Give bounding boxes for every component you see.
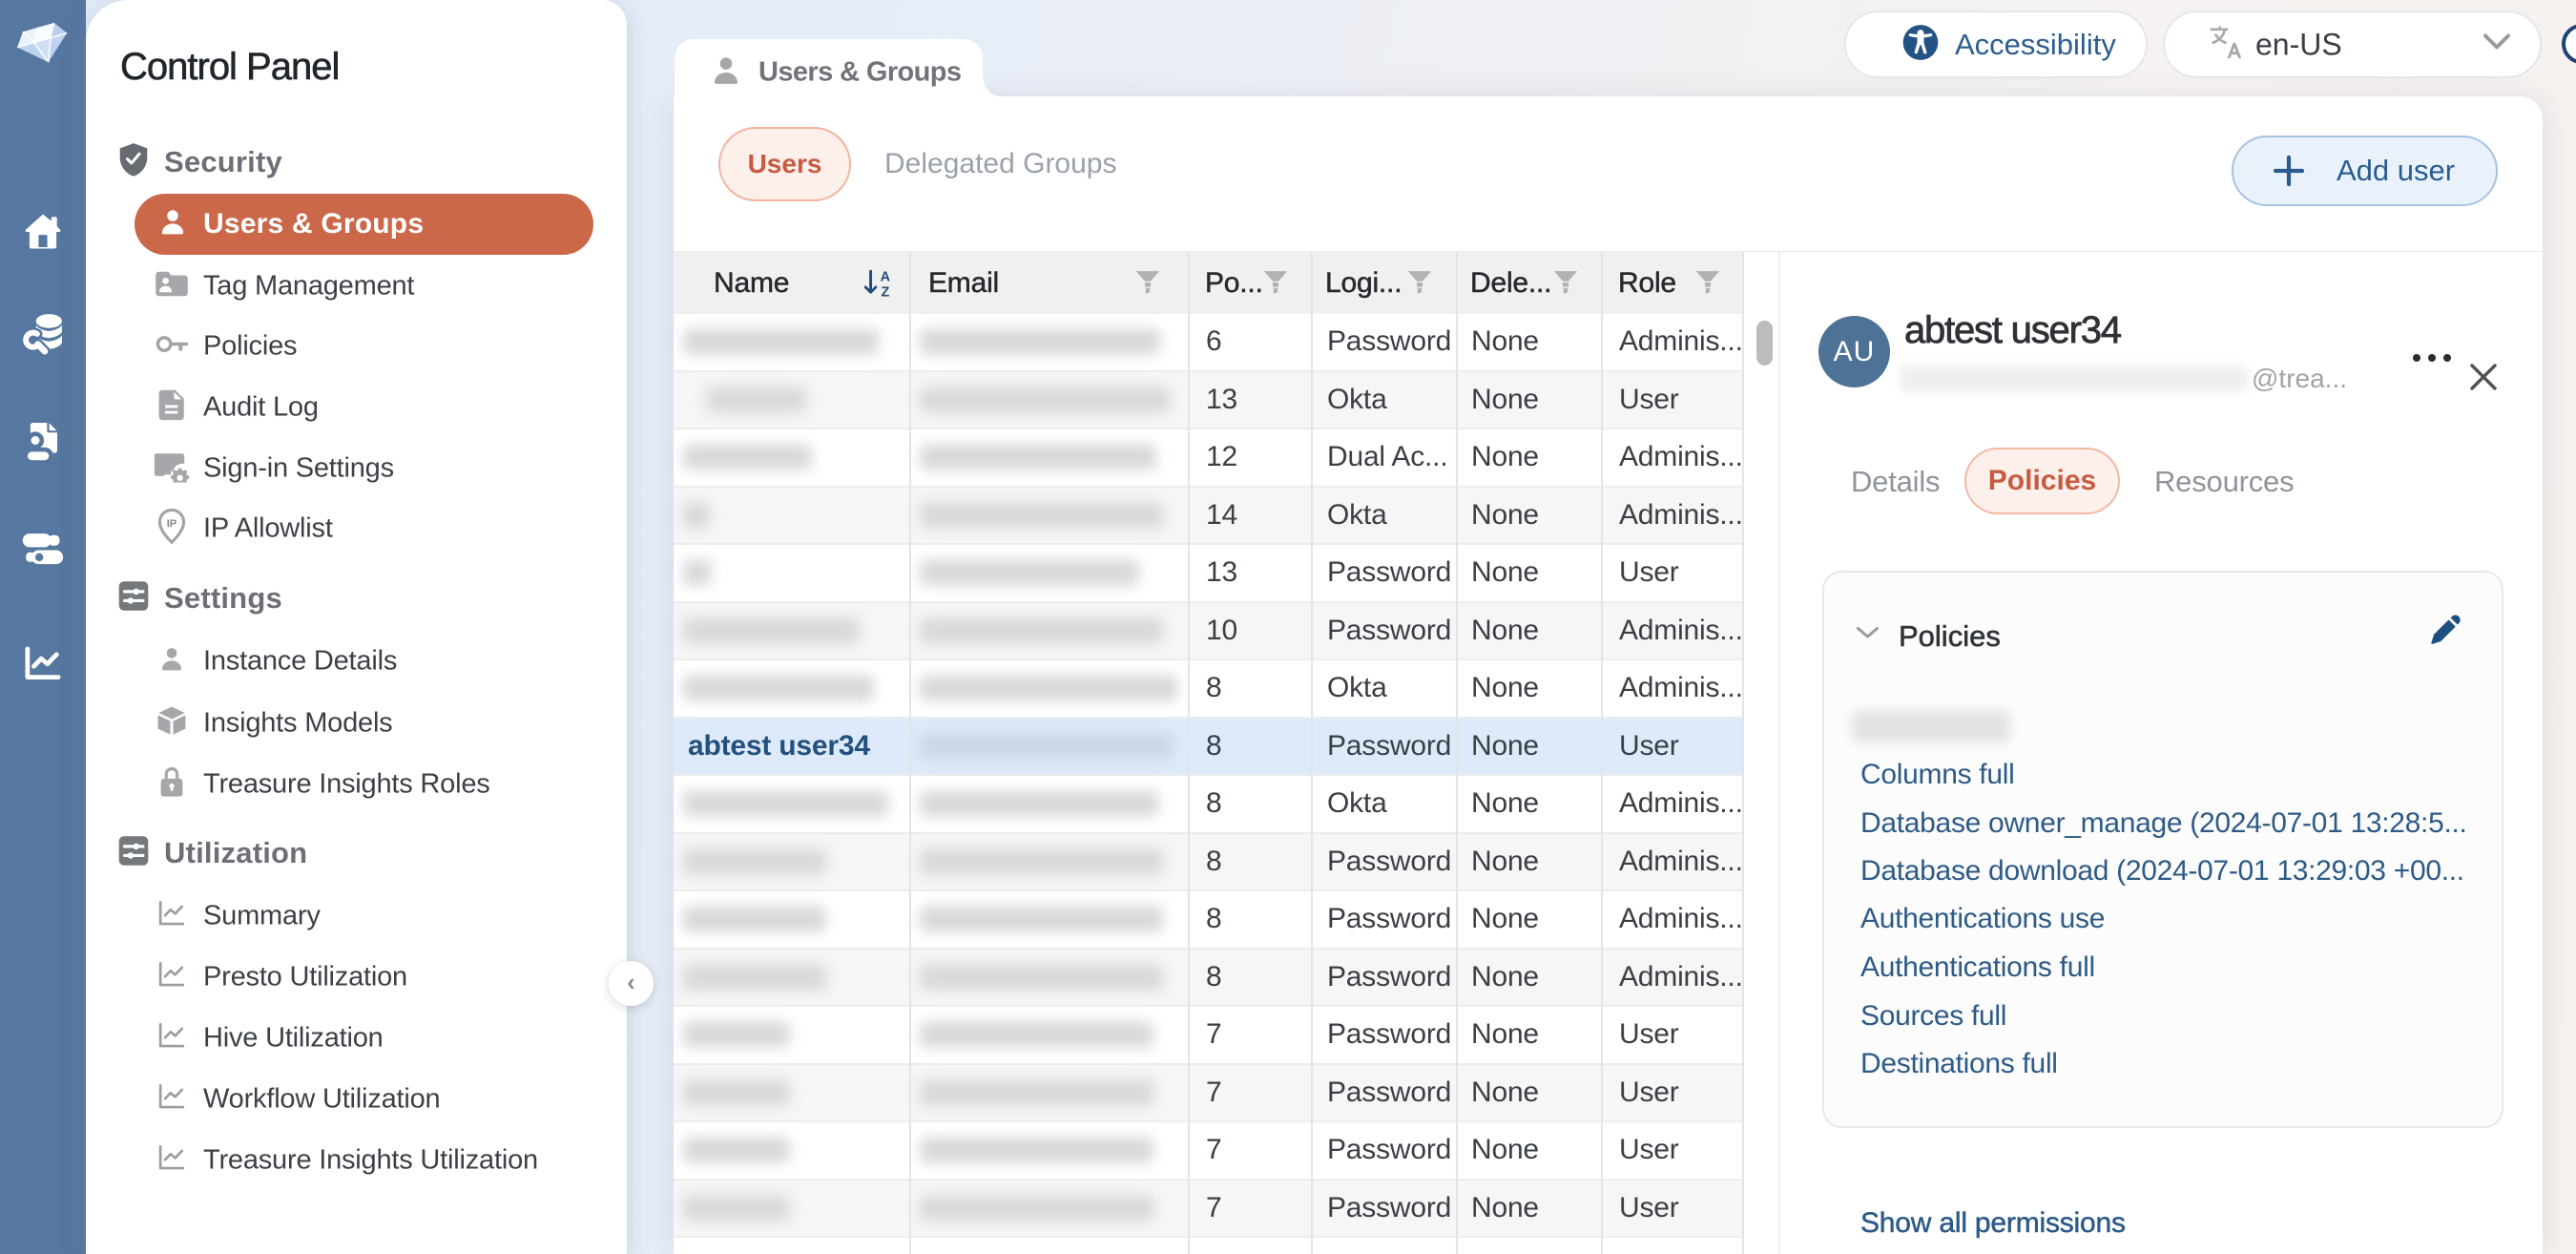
svg-text:Z: Z: [881, 284, 889, 300]
svg-text:IP: IP: [167, 518, 177, 530]
svg-text:A: A: [881, 269, 891, 284]
